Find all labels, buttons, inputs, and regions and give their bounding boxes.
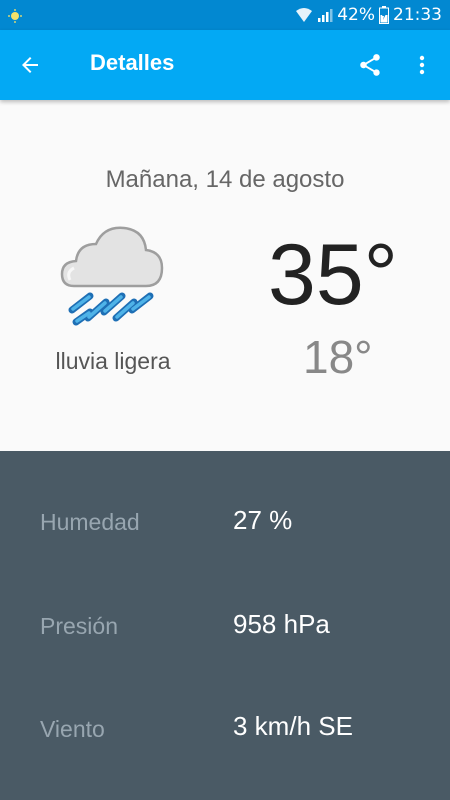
page-title: Detalles <box>90 50 175 75</box>
humidity-label: Humedad <box>40 509 140 535</box>
signal-icon <box>317 7 333 23</box>
back-button[interactable] <box>14 49 46 81</box>
app-bar: Detalles <box>0 30 450 100</box>
share-icon <box>360 54 380 76</box>
temperature-high: 35° <box>268 227 399 323</box>
wind-label: Viento <box>40 716 105 742</box>
more-vert-icon <box>419 55 425 75</box>
wind-value: 3 km/h SE <box>233 711 353 741</box>
more-options-button[interactable] <box>406 49 438 81</box>
humidity-value: 27 % <box>233 505 293 535</box>
weather-condition: lluvia ligera <box>55 348 171 374</box>
pressure-value: 958 hPa <box>233 609 330 639</box>
temperature-low: 18° <box>303 331 373 383</box>
weather-indicator-icon <box>8 8 22 27</box>
status-bar: 42% 21:33 <box>0 0 450 30</box>
share-button[interactable] <box>354 49 386 81</box>
battery-percent: 42% <box>337 5 375 25</box>
arrow-back-icon <box>22 57 38 73</box>
clock: 21:33 <box>393 5 442 25</box>
wifi-icon <box>295 7 313 23</box>
battery-charging-icon <box>379 6 389 24</box>
light-rain-icon <box>60 222 166 330</box>
pressure-label: Presión <box>40 613 118 639</box>
forecast-date: Mañana, 14 de agosto <box>105 166 345 193</box>
details-panel: Humedad 27 % Presión 958 hPa Viento 3 km… <box>0 451 450 800</box>
